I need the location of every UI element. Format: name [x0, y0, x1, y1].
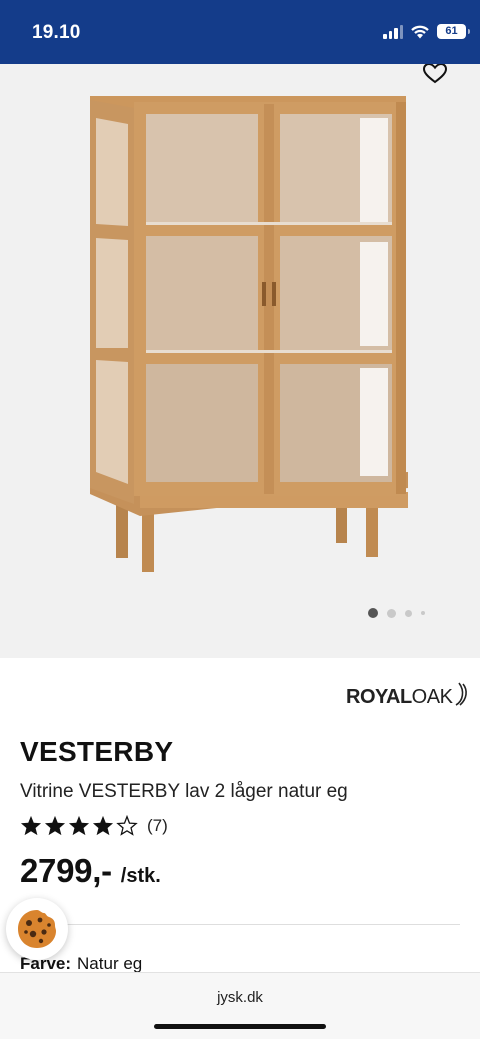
star-filled-icon: [92, 815, 114, 836]
star-filled-icon: [44, 815, 66, 836]
status-icons: 61: [383, 24, 470, 39]
product-rating[interactable]: (7): [20, 815, 168, 836]
brand-logo-part2: OAK: [411, 685, 453, 708]
gallery-dot-1[interactable]: [368, 608, 378, 618]
browser-toolbar: jysk.dk: [0, 972, 480, 1039]
home-indicator[interactable]: [154, 1024, 326, 1029]
cookie-icon: [18, 910, 56, 948]
brand-logo-part1: ROYAL: [346, 685, 412, 708]
gallery-pagination[interactable]: [368, 608, 425, 618]
status-bar: 19.10 61: [0, 0, 480, 64]
gallery-dot-4[interactable]: [421, 611, 425, 615]
product-price: 2799,-: [20, 852, 112, 889]
rating-stars: [20, 815, 138, 836]
product-description: Vitrine VESTERBY lav 2 låger natur eg: [20, 781, 348, 802]
brand-logo[interactable]: ROYAL OAK: [346, 680, 469, 714]
gallery-dot-2[interactable]: [387, 608, 396, 618]
status-time: 19.10: [32, 22, 81, 43]
product-image: [90, 96, 408, 572]
star-outline-icon: [116, 815, 138, 836]
price-unit: /stk.: [120, 865, 161, 887]
cellular-signal-icon: [383, 24, 403, 39]
star-filled-icon: [20, 815, 42, 836]
brand-swoosh-icon: [455, 682, 468, 706]
cookie-settings-button[interactable]: [6, 898, 68, 960]
wifi-icon: [411, 25, 429, 39]
heart-outline-icon[interactable]: [422, 64, 448, 84]
battery-icon: 61: [437, 24, 470, 39]
price-row: 2799,- /stk.: [20, 852, 161, 890]
gallery-dot-3[interactable]: [405, 609, 412, 617]
review-count: (7): [147, 815, 168, 835]
color-value: Natur eg: [77, 954, 143, 973]
address-bar[interactable]: jysk.dk: [0, 989, 480, 1006]
product-image-gallery[interactable]: [0, 64, 480, 658]
divider: [20, 924, 460, 925]
product-title: VESTERBY: [20, 736, 174, 767]
star-filled-icon: [68, 815, 90, 836]
